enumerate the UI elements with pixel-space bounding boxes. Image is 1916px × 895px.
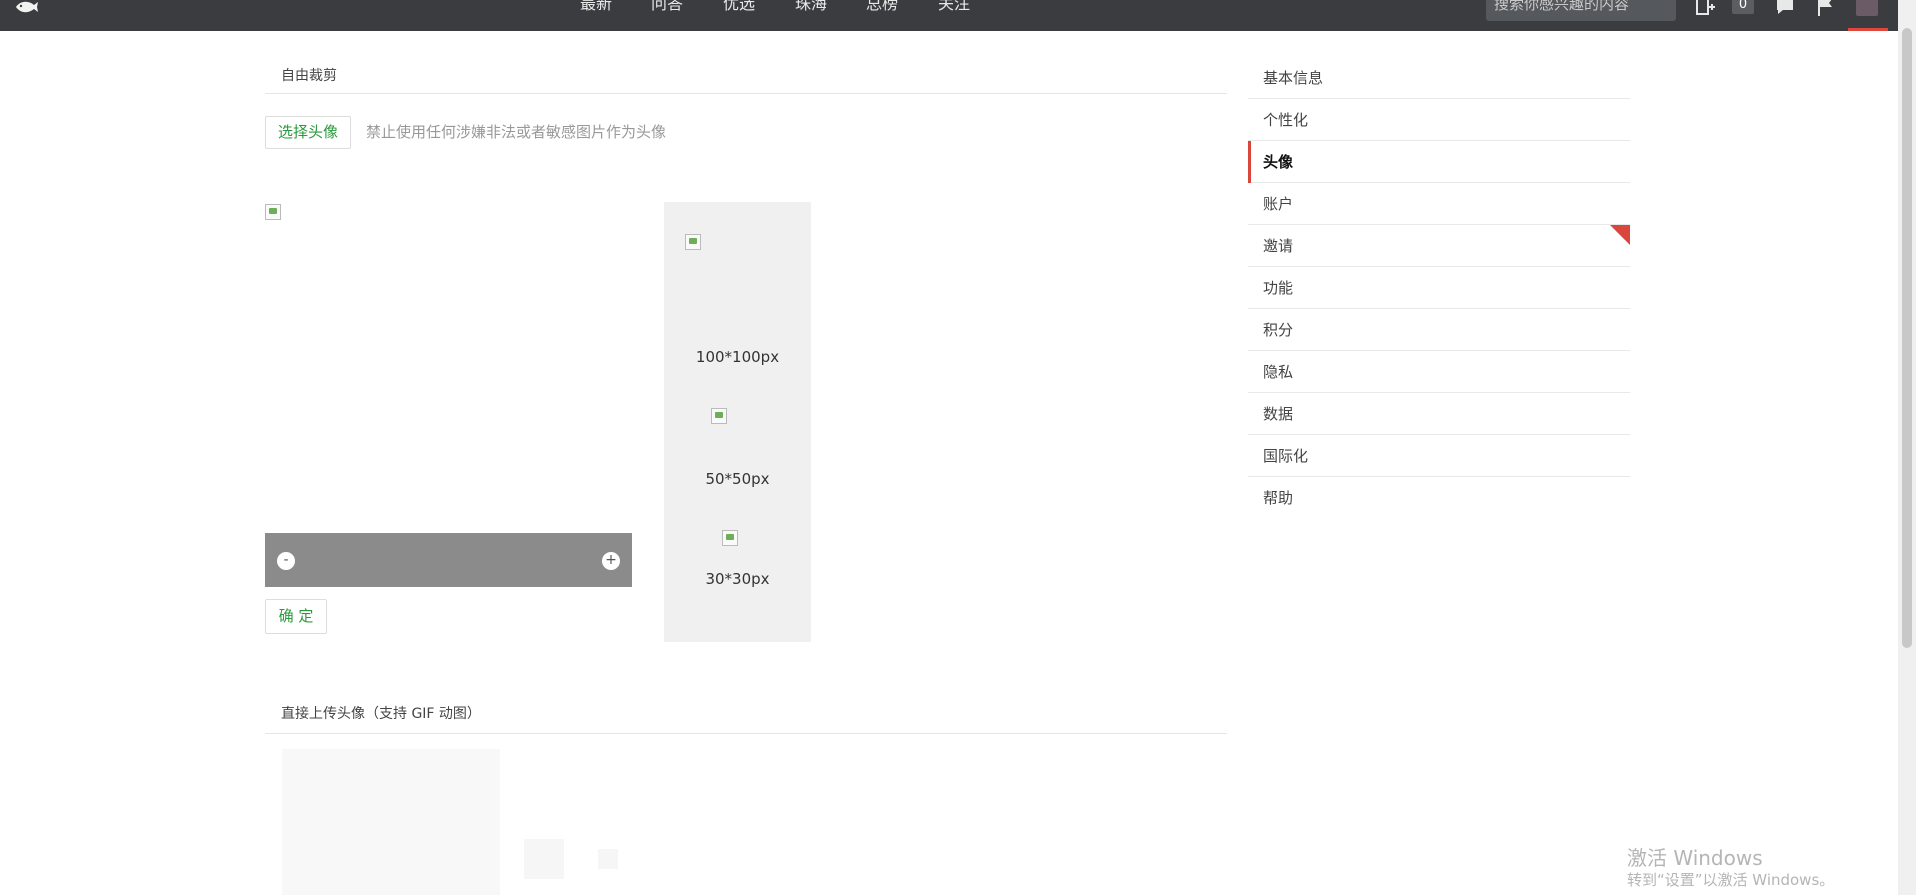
fish-logo-icon[interactable] bbox=[14, 0, 38, 14]
sidebar-item-label: 邀请 bbox=[1263, 237, 1294, 255]
page-scrollbar[interactable] bbox=[1898, 0, 1916, 895]
sidebar-item-label: 头像 bbox=[1263, 153, 1294, 171]
avatar-active-indicator bbox=[1848, 28, 1888, 31]
sidebar-item-label: 积分 bbox=[1263, 321, 1294, 339]
sidebar-item-points[interactable]: 积分 bbox=[1248, 309, 1630, 351]
sidebar-item-personalize[interactable]: 个性化 bbox=[1248, 99, 1630, 141]
nav-item-qa[interactable]: 问答 bbox=[651, 0, 683, 14]
preview-size-label: 50*50px bbox=[705, 470, 770, 488]
crop-source-image bbox=[265, 204, 281, 220]
windows-activation-hint: 转到“设置”以激活 Windows。 bbox=[1627, 871, 1835, 889]
notification-count-badge[interactable]: 0 bbox=[1732, 0, 1754, 14]
zoom-in-button[interactable]: + bbox=[602, 552, 620, 570]
top-nav-bar: 最新 问答 优选 珠海 总榜 关注 搜索你感兴趣的内容 0 bbox=[0, 0, 1898, 31]
flag-icon[interactable] bbox=[1815, 0, 1837, 17]
sidebar-item-features[interactable]: 功能 bbox=[1248, 267, 1630, 309]
upload-drop-zone[interactable] bbox=[282, 749, 500, 895]
crop-canvas[interactable] bbox=[265, 204, 632, 532]
message-icon[interactable] bbox=[1775, 0, 1797, 17]
nav-item-ranking[interactable]: 总榜 bbox=[866, 0, 898, 14]
preview-image-100 bbox=[685, 234, 701, 250]
preview-image-50 bbox=[711, 408, 727, 424]
sidebar-item-label: 帮助 bbox=[1263, 489, 1294, 507]
upload-section-title: 直接上传头像（支持 GIF 动图） bbox=[281, 706, 481, 722]
sidebar-item-account[interactable]: 账户 bbox=[1248, 183, 1630, 225]
sidebar-item-help[interactable]: 帮助 bbox=[1248, 477, 1630, 519]
sidebar-item-i18n[interactable]: 国际化 bbox=[1248, 435, 1630, 477]
sidebar-item-label: 隐私 bbox=[1263, 363, 1294, 381]
sidebar-item-data[interactable]: 数据 bbox=[1248, 393, 1630, 435]
select-avatar-button[interactable]: 选择头像 bbox=[265, 116, 351, 149]
sidebar-item-label: 个性化 bbox=[1263, 111, 1309, 129]
sidebar-item-basic-info[interactable]: 基本信息 bbox=[1248, 57, 1630, 99]
new-corner-badge bbox=[1610, 225, 1630, 245]
windows-activation-watermark: 激活 Windows bbox=[1627, 846, 1763, 870]
nav-item-featured[interactable]: 优选 bbox=[723, 0, 755, 14]
preview-size-label: 100*100px bbox=[695, 348, 780, 366]
zoom-out-button[interactable]: - bbox=[277, 552, 295, 570]
preview-image-30 bbox=[722, 530, 738, 546]
nav-item-following[interactable]: 关注 bbox=[938, 0, 970, 14]
user-avatar[interactable] bbox=[1856, 0, 1878, 16]
search-input[interactable]: 搜索你感兴趣的内容 bbox=[1486, 0, 1676, 21]
sidebar-item-invite[interactable]: 邀请 bbox=[1248, 225, 1630, 267]
sidebar-item-label: 账户 bbox=[1263, 195, 1294, 213]
confirm-button[interactable]: 确 定 bbox=[265, 599, 327, 634]
sidebar-item-avatar[interactable]: 头像 bbox=[1248, 141, 1630, 183]
upload-preview-small bbox=[598, 849, 618, 869]
sidebar-item-label: 数据 bbox=[1263, 405, 1294, 423]
nav-item-latest[interactable]: 最新 bbox=[580, 0, 612, 14]
avatar-preview-panel: 100*100px 50*50px 30*30px bbox=[664, 202, 811, 642]
sidebar-item-privacy[interactable]: 隐私 bbox=[1248, 351, 1630, 393]
avatar-policy-hint: 禁止使用任何涉嫌非法或者敏感图片作为头像 bbox=[366, 123, 667, 141]
scrollbar-thumb[interactable] bbox=[1902, 28, 1912, 648]
preview-size-label: 30*30px bbox=[705, 570, 770, 588]
sidebar-item-label: 基本信息 bbox=[1263, 69, 1324, 87]
crop-section-title: 自由裁剪 bbox=[281, 68, 337, 84]
nav-item-zhuhai[interactable]: 珠海 bbox=[795, 0, 827, 14]
upload-preview-medium bbox=[524, 839, 564, 879]
new-post-icon[interactable] bbox=[1694, 0, 1716, 17]
zoom-control-bar: - + bbox=[265, 533, 632, 587]
sidebar-item-label: 功能 bbox=[1263, 279, 1294, 297]
section-divider bbox=[265, 733, 1227, 734]
section-divider bbox=[265, 93, 1227, 94]
sidebar-item-label: 国际化 bbox=[1263, 447, 1309, 465]
